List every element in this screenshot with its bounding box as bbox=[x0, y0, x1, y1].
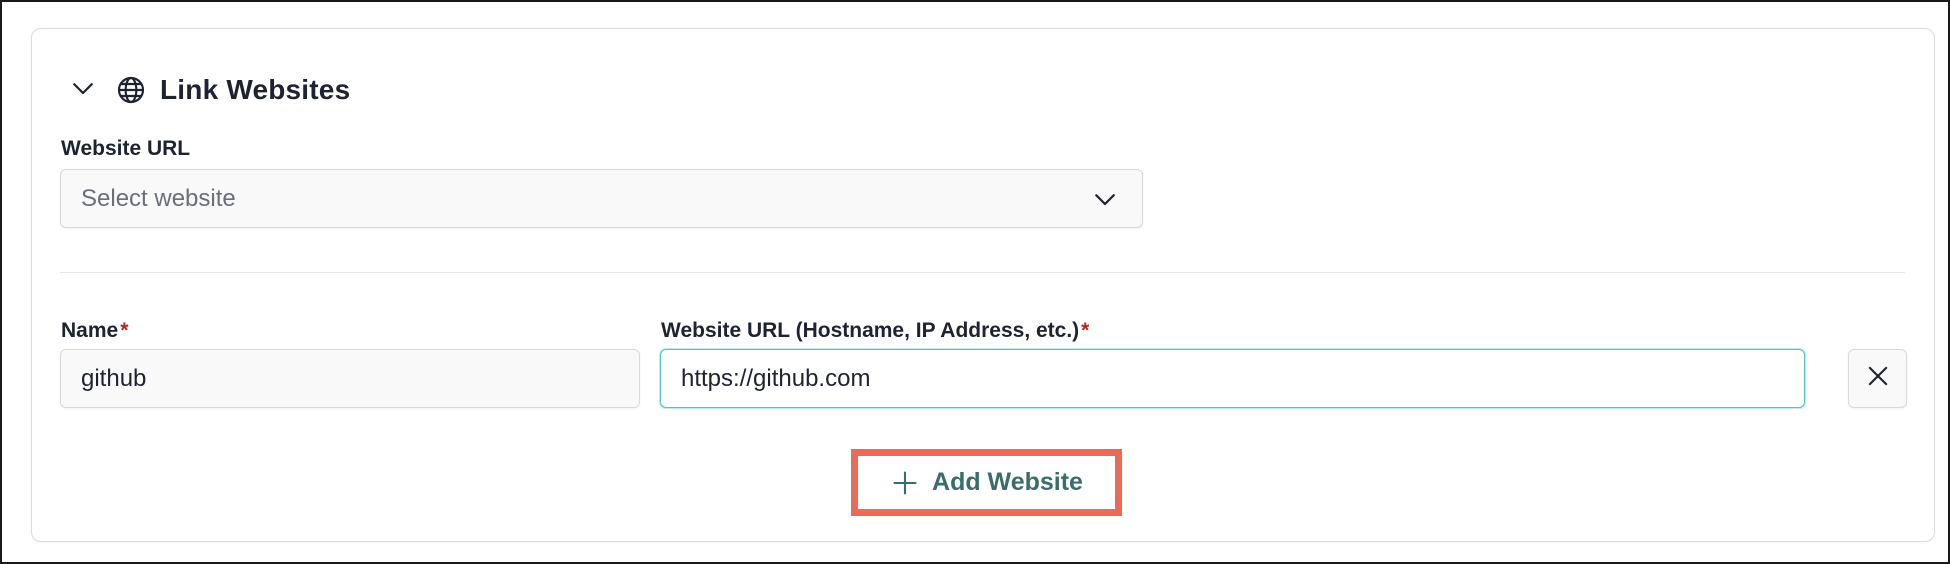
required-marker: * bbox=[1081, 319, 1090, 342]
website-url-input[interactable]: https://github.com bbox=[660, 349, 1805, 408]
website-select-placeholder: Select website bbox=[81, 184, 236, 212]
url-label: Website URL (Hostname, IP Address, etc.)… bbox=[661, 319, 1089, 343]
plus-icon bbox=[890, 468, 920, 498]
name-label: Name* bbox=[61, 319, 128, 343]
add-website-button[interactable]: Add Website bbox=[858, 456, 1115, 509]
chevron-down-icon bbox=[68, 73, 98, 108]
section-divider bbox=[60, 272, 1905, 273]
section-header: Link Websites bbox=[64, 65, 350, 115]
add-website-label: Add Website bbox=[932, 468, 1083, 496]
name-label-text: Name bbox=[61, 319, 119, 342]
chevron-down-icon bbox=[1088, 182, 1122, 216]
required-marker: * bbox=[120, 319, 129, 342]
website-select[interactable]: Select website bbox=[60, 169, 1143, 228]
globe-icon bbox=[114, 73, 148, 107]
collapse-toggle[interactable] bbox=[64, 71, 102, 109]
close-icon bbox=[1864, 362, 1892, 395]
website-url-label: Website URL bbox=[61, 137, 191, 160]
remove-website-button[interactable] bbox=[1848, 349, 1907, 408]
url-label-text: Website URL (Hostname, IP Address, etc.) bbox=[661, 319, 1080, 342]
name-input[interactable]: github bbox=[60, 349, 640, 408]
section-title: Link Websites bbox=[160, 74, 351, 105]
